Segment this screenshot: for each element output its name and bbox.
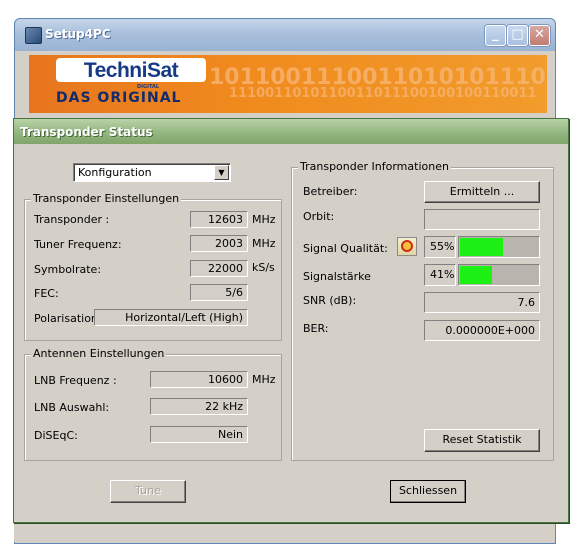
minimize-button[interactable]: _ <box>485 25 506 46</box>
signal-quality-percent: 55% <box>424 236 456 258</box>
ber-value: 0.000000E+000 <box>424 320 540 341</box>
transponder-unit: MHz <box>252 213 276 226</box>
symbolrate-label: Symbolrate: <box>34 263 102 276</box>
setup4pc-title: Setup4PC <box>45 27 111 41</box>
signal-strength-label: Signalstärke <box>303 270 371 283</box>
minimize-icon: _ <box>492 27 499 42</box>
technisat-banner: 1011001110011010101110 11100110101100110… <box>29 55 547 113</box>
tuner-frequency-unit: MHz <box>252 237 276 250</box>
signal-strength-bar-fill <box>460 266 492 284</box>
setup4pc-app-icon <box>25 27 42 44</box>
signal-statistics-icon[interactable] <box>397 237 417 256</box>
signal-quality-label: Signal Qualität: <box>303 242 388 255</box>
transponder-settings-legend: Transponder Einstellungen <box>31 192 182 205</box>
setup4pc-window-bottom <box>14 522 554 542</box>
close-dialog-button[interactable]: Schliessen <box>390 480 466 503</box>
close-window-button[interactable]: ✕ <box>529 25 550 46</box>
lnb-selection-label: LNB Auswahl: <box>34 401 110 414</box>
reset-statistics-button[interactable]: Reset Statistik <box>424 429 540 452</box>
dialog-titlebar[interactable]: Transponder Status <box>14 119 568 144</box>
signal-quality-bar <box>458 236 540 258</box>
ber-label: BER: <box>303 322 329 335</box>
polarisation-value: Horizontal/Left (High) <box>94 309 248 326</box>
operator-label: Betreiber: <box>303 185 358 198</box>
tuner-frequency-label: Tuner Frequenz: <box>34 238 122 251</box>
lnb-frequency-label: LNB Frequenz : <box>34 374 117 387</box>
signal-quality-bar-fill <box>460 238 503 256</box>
diseqc-value: Nein <box>150 426 248 443</box>
fec-label: FEC: <box>34 287 59 300</box>
snr-value: 7.6 <box>424 292 540 313</box>
banner-binary-pattern-small: 1110011010110011011100100100110011 <box>229 86 537 101</box>
technisat-logo: TechniSat <box>83 59 179 82</box>
dialog-title: Transponder Status <box>20 125 153 139</box>
config-dropdown[interactable]: Konfiguration ▼ <box>73 163 231 182</box>
banner-slogan: DAS ORIGINAL <box>56 90 182 106</box>
tune-button[interactable]: Tune <box>110 480 186 503</box>
antenna-settings-legend: Antennen Einstellungen <box>31 347 167 360</box>
symbolrate-unit: kS/s <box>252 261 275 274</box>
lnb-frequency-value: 10600 <box>150 371 248 388</box>
config-dropdown-value: Konfiguration <box>78 166 152 179</box>
close-icon: ✕ <box>534 27 545 42</box>
lnb-frequency-unit: MHz <box>252 373 276 386</box>
fec-value: 5/6 <box>190 284 248 301</box>
orbit-label: Orbit: <box>303 210 335 223</box>
maximize-button[interactable]: □ <box>507 25 528 46</box>
signal-strength-bar <box>458 264 540 286</box>
chevron-down-icon[interactable]: ▼ <box>214 165 229 180</box>
maximize-icon: □ <box>511 27 524 42</box>
orbit-value <box>424 209 540 230</box>
polarisation-label: Polarisation <box>34 312 98 325</box>
symbolrate-value: 22000 <box>190 260 248 277</box>
setup4pc-titlebar[interactable]: Setup4PC _ □ ✕ <box>15 19 555 51</box>
transponder-label: Transponder : <box>34 213 110 226</box>
signal-statistics-icon-ring <box>401 240 413 252</box>
transponder-info-legend: Transponder Informationen <box>298 160 451 173</box>
tuner-frequency-value: 2003 <box>190 235 248 252</box>
transponder-value: 12603 <box>190 211 248 228</box>
lnb-selection-value: 22 kHz <box>150 398 248 415</box>
snr-label: SNR (dB): <box>303 294 357 307</box>
determine-operator-button[interactable]: Ermitteln ... <box>424 181 540 203</box>
diseqc-label: DiSEqC: <box>34 429 78 442</box>
signal-strength-percent: 41% <box>424 264 456 286</box>
